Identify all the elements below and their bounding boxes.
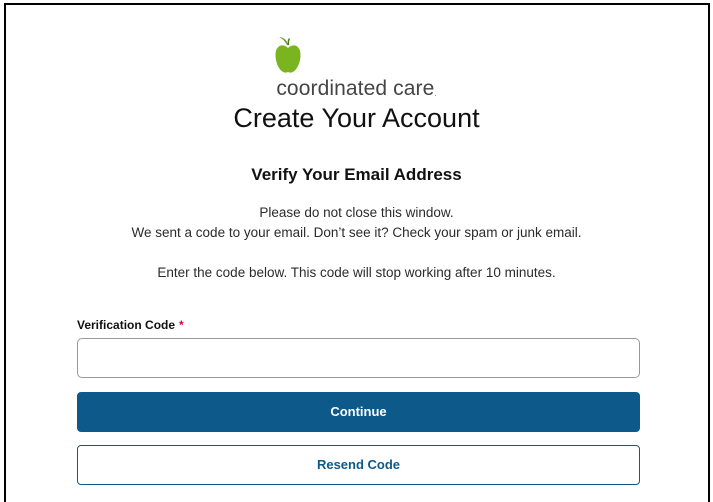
continue-button[interactable]: Continue bbox=[77, 392, 640, 432]
apple-icon bbox=[275, 37, 301, 73]
verification-code-label-text: Verification Code bbox=[77, 318, 176, 332]
required-marker: * bbox=[179, 318, 184, 332]
message-line-2: We sent a code to your email. Don’t see … bbox=[131, 225, 582, 240]
resend-code-button[interactable]: Resend Code bbox=[77, 445, 640, 485]
brand-trademark: . bbox=[434, 89, 437, 98]
message-line-3: Enter the code below. This code will sto… bbox=[157, 265, 556, 280]
page-title: Create Your Account bbox=[233, 103, 480, 133]
section-title: Verify Your Email Address bbox=[251, 165, 462, 184]
message-line-1: Please do not close this window. bbox=[259, 205, 454, 220]
brand-name: coordinated care. bbox=[0, 77, 713, 101]
verification-code-input[interactable] bbox=[77, 338, 640, 378]
brand-name-text: coordinated care bbox=[276, 77, 435, 100]
verification-code-label: Verification Code * bbox=[77, 318, 184, 332]
